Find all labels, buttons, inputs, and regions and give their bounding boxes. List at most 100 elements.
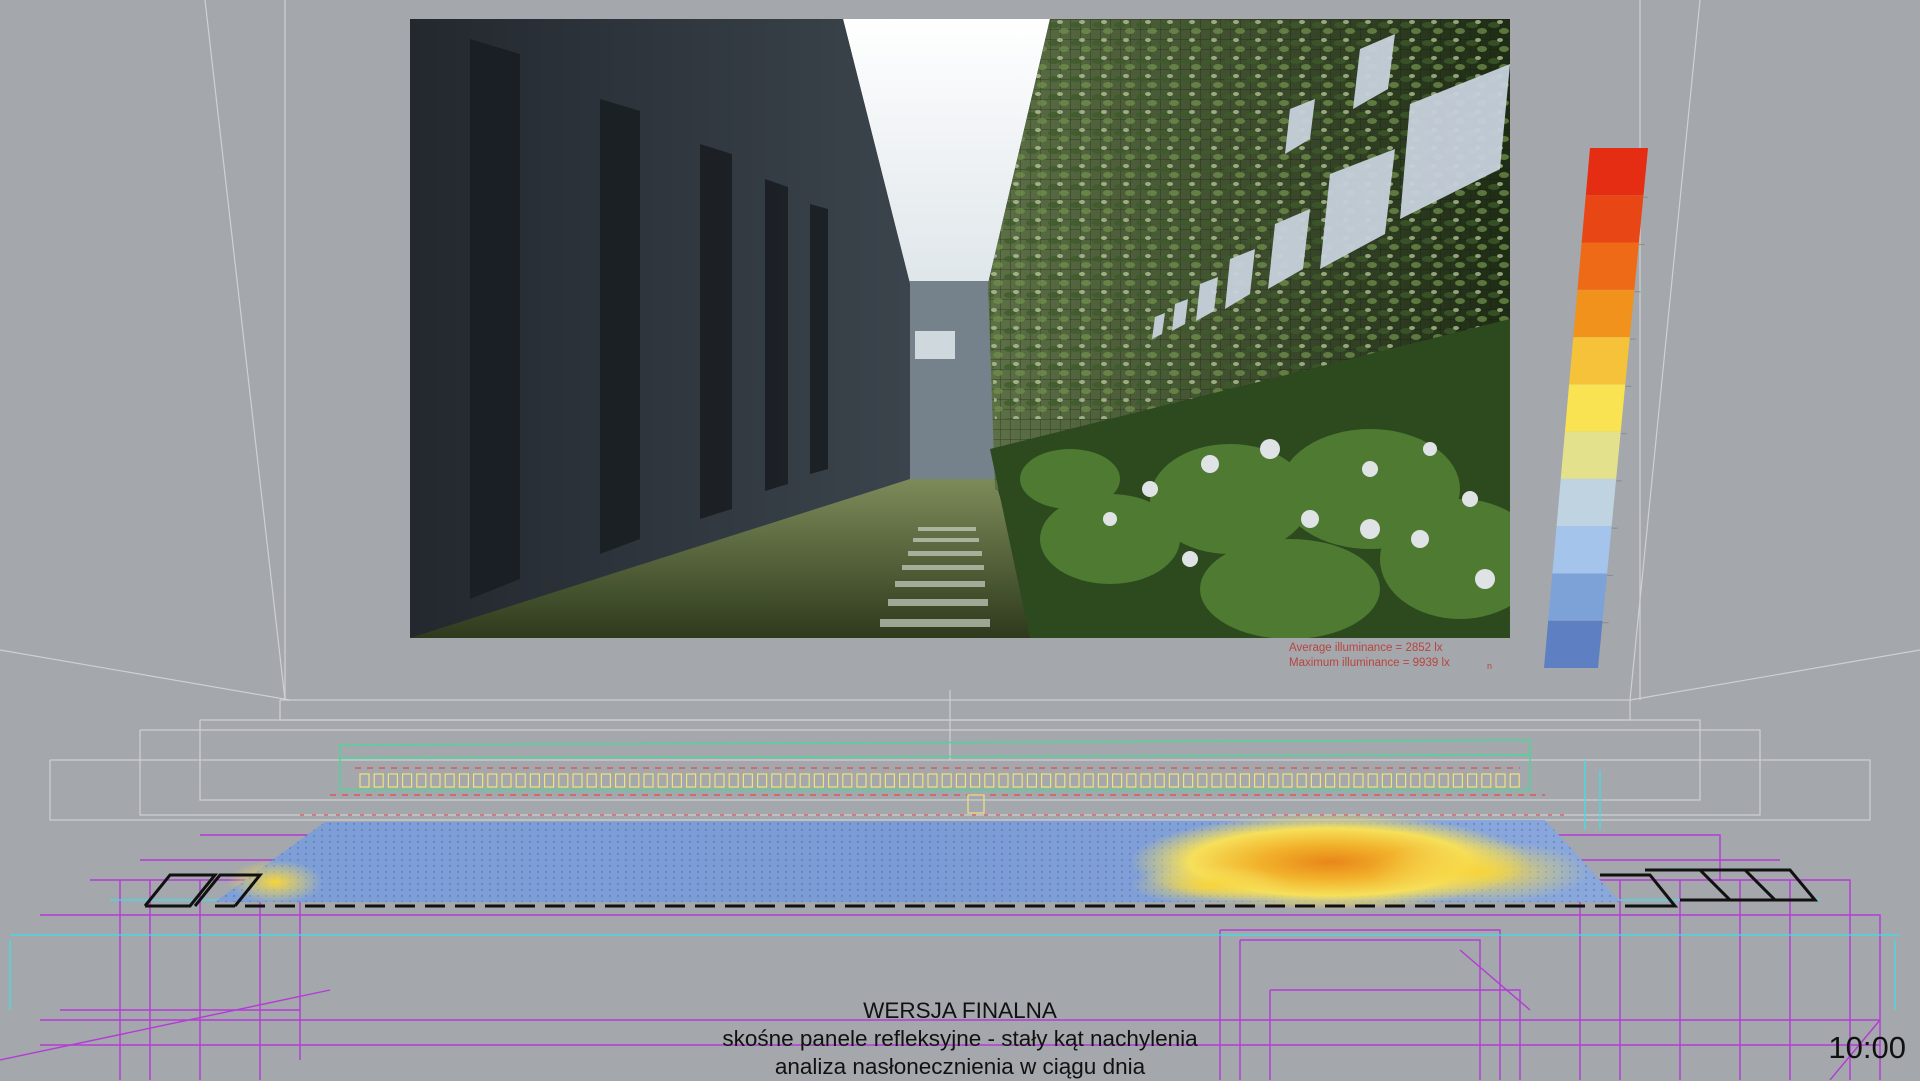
reflective-panel — [1438, 773, 1449, 788]
reflective-panel — [1182, 773, 1194, 788]
reflective-panel — [473, 773, 484, 788]
reflective-panel — [1353, 773, 1364, 788]
reflective-panel — [402, 773, 413, 788]
reflective-panel — [1026, 773, 1038, 788]
reflective-panel — [1339, 773, 1350, 788]
reflective-panel — [1239, 773, 1251, 788]
reflective-panel — [1225, 773, 1236, 788]
reflective-panel — [870, 773, 881, 788]
reflective-panel — [671, 773, 683, 788]
reflective-panel — [1126, 773, 1137, 788]
legend-band — [1569, 337, 1630, 385]
render-image — [410, 19, 1510, 638]
caption-subtitle: skośne panele refleksyjne - stały kąt na… — [722, 1026, 1198, 1051]
reflective-panel — [543, 773, 555, 788]
reflective-panel — [1310, 773, 1322, 788]
reflective-panel — [969, 773, 981, 788]
reflective-panel — [913, 773, 924, 788]
reflective-panel — [458, 773, 469, 788]
reflective-panel — [1211, 773, 1222, 788]
legend-color-scale — [1544, 148, 1654, 668]
reflective-panel — [756, 773, 768, 788]
courtyard-render — [410, 19, 1510, 638]
reflective-panel — [1111, 773, 1123, 788]
illuminance-floor — [215, 814, 1620, 910]
reflective-panel — [1140, 773, 1151, 788]
reflective-panel — [1509, 773, 1520, 788]
reflective-panel — [1268, 773, 1279, 788]
reflective-panel — [1296, 773, 1307, 788]
reflective-panel — [657, 773, 668, 788]
legend-band — [1564, 384, 1626, 432]
legend-band — [1581, 195, 1644, 243]
reflective-panel — [984, 773, 995, 788]
reflective-panel — [799, 773, 810, 788]
reflective-panel — [1367, 773, 1378, 788]
reflective-panel — [1197, 773, 1208, 788]
reflective-panel — [685, 773, 697, 788]
reflective-panel — [1424, 773, 1435, 788]
reflective-panel — [1410, 773, 1421, 788]
reflective-panel — [1040, 773, 1052, 788]
reflective-panel — [416, 773, 427, 788]
reflective-panel — [600, 773, 612, 788]
reflective-panel — [1395, 773, 1407, 788]
reflective-panel — [529, 773, 541, 788]
caption-title: WERSJA FINALNA — [863, 998, 1057, 1023]
reflective-panel — [856, 773, 867, 788]
reflective-panel — [1495, 773, 1506, 788]
legend-band — [1560, 431, 1621, 479]
reflective-panel — [487, 773, 498, 788]
reflective-panel — [898, 773, 910, 788]
legend-band — [1573, 289, 1635, 338]
reflective-panel — [941, 773, 952, 788]
reflective-panel — [1012, 773, 1023, 788]
reflective-panel — [387, 773, 398, 788]
reflective-panel — [927, 773, 938, 788]
legend-svg — [1544, 148, 1654, 668]
reflective-panel — [629, 773, 640, 788]
reflective-panel — [813, 773, 825, 788]
reflective-panel — [586, 773, 597, 788]
panel-row — [300, 767, 1570, 816]
reflective-panel — [1083, 773, 1094, 788]
legend-band — [1585, 148, 1648, 196]
reflective-panel — [998, 773, 1009, 788]
reflective-panel — [501, 773, 512, 788]
reflective-panel — [1097, 773, 1109, 788]
reflective-panel — [700, 773, 711, 788]
reflective-panel — [1168, 773, 1180, 788]
reflective-panel — [827, 773, 839, 788]
reflective-panel — [884, 773, 896, 788]
reflective-panel — [1452, 773, 1464, 788]
reflective-panel — [842, 773, 853, 788]
reflective-panel — [1069, 773, 1080, 788]
legend-band — [1577, 242, 1639, 290]
reflective-panel — [728, 773, 739, 788]
reflective-panel — [771, 773, 782, 788]
legend-band — [1544, 620, 1603, 668]
maximum-illuminance: Maximum illuminance = 9939 lx — [1289, 657, 1450, 669]
reflective-panel — [359, 773, 370, 788]
reflective-panel — [1381, 773, 1393, 788]
reflective-panel — [614, 773, 626, 788]
reflective-panel — [1055, 773, 1066, 788]
reflective-panel — [572, 773, 583, 788]
reflective-panel — [515, 773, 526, 788]
reflective-panel — [1324, 773, 1336, 788]
caption-description: analiza nasłonecznienia w ciągu dnia — [774, 1054, 1146, 1079]
reflective-panel — [1154, 773, 1165, 788]
corner-mark: n — [1487, 661, 1493, 671]
legend-band — [1552, 526, 1612, 574]
reflective-panel — [785, 773, 796, 788]
reflective-panel — [955, 773, 967, 788]
legend-band — [1548, 573, 1608, 621]
reflective-panel — [1481, 773, 1492, 788]
reflective-panel — [558, 773, 569, 788]
caption: WERSJA FINALNA skośne panele refleksyjne… — [560, 997, 1360, 1081]
reflective-panel — [430, 773, 441, 788]
reflective-panel — [1282, 773, 1293, 788]
average-illuminance: Average illuminance = 2852 lx — [1289, 642, 1443, 654]
planter-trough — [339, 739, 1531, 791]
reflective-panel — [643, 773, 654, 788]
